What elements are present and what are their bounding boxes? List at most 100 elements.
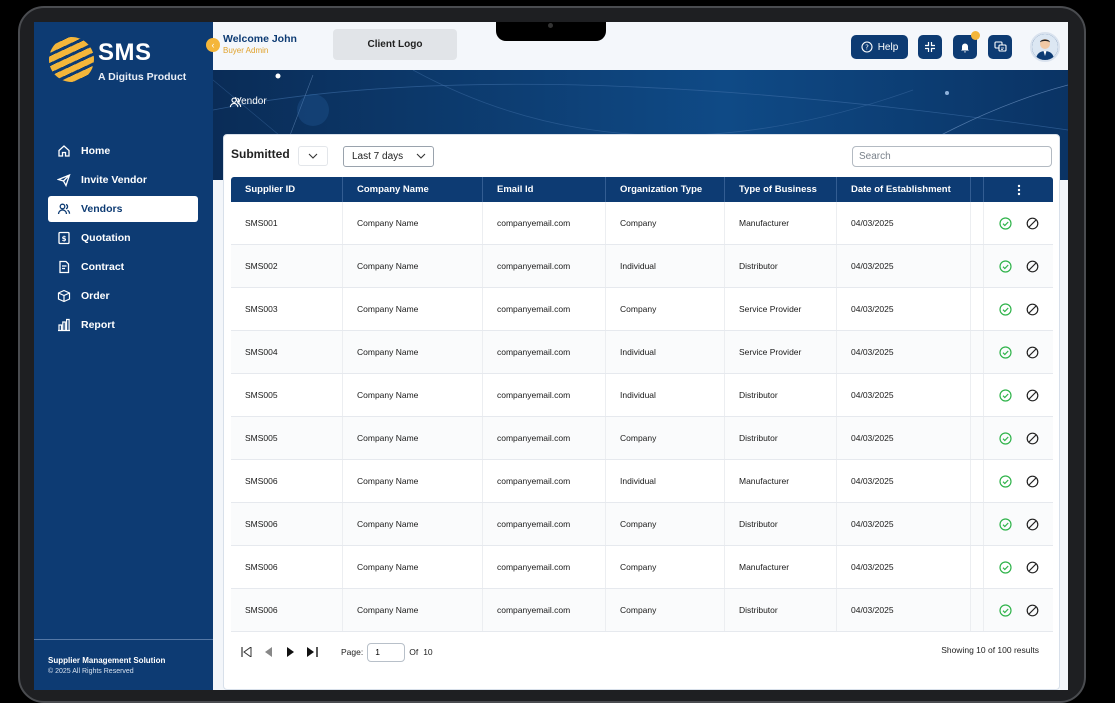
table-cell-spacer <box>971 417 984 459</box>
column-header[interactable]: Organization Type <box>606 177 725 202</box>
table-cell: Company Name <box>343 546 483 588</box>
table-cell: companyemail.com <box>483 288 606 330</box>
status-filter-label: Submitted <box>231 147 290 161</box>
table-cell: 04/03/2025 <box>837 374 971 416</box>
approve-icon[interactable] <box>998 388 1012 402</box>
column-header[interactable]: Supplier ID <box>231 177 343 202</box>
approve-icon[interactable] <box>998 302 1012 316</box>
table-cell: Company <box>606 417 725 459</box>
reject-icon[interactable] <box>1026 260 1039 273</box>
approve-icon[interactable] <box>998 259 1012 273</box>
reject-icon[interactable] <box>1026 303 1039 316</box>
date-range-select[interactable]: Last 7 days <box>343 146 434 167</box>
search-input[interactable] <box>852 146 1052 167</box>
sidebar-item-contract[interactable]: Contract <box>48 254 198 280</box>
table-row[interactable]: SMS001 Company Name companyemail.com Compan… <box>231 202 1053 245</box>
approve-icon[interactable] <box>998 603 1012 617</box>
column-header[interactable]: Type of Business <box>725 177 837 202</box>
row-actions <box>984 460 1053 502</box>
approve-icon[interactable] <box>998 216 1012 230</box>
table-row[interactable]: SMS002 Company Name companyemail.com Indivi… <box>231 245 1053 288</box>
table-cell: SMS002 <box>231 245 343 287</box>
table-row[interactable]: SMS006 Company Name companyemail.com Indivi… <box>231 460 1053 503</box>
chat-button[interactable] <box>988 35 1012 59</box>
collapse-sidebar-button[interactable]: ‹ <box>206 38 220 52</box>
table-cell: Company <box>606 546 725 588</box>
table-cell-spacer <box>971 503 984 545</box>
user-avatar[interactable] <box>1030 32 1060 62</box>
table-row[interactable]: SMS005 Company Name companyemail.com Compan… <box>231 417 1053 460</box>
next-page-button[interactable] <box>283 645 297 659</box>
table-row[interactable]: SMS006 Company Name companyemail.com Compan… <box>231 546 1053 589</box>
table-cell: Distributor <box>725 589 837 631</box>
reject-icon[interactable] <box>1026 604 1039 617</box>
sidebar-item-invite-vendor[interactable]: Invite Vendor <box>48 167 198 193</box>
table-row[interactable]: SMS004 Company Name companyemail.com Indivi… <box>231 331 1053 374</box>
prev-page-button[interactable] <box>261 645 275 659</box>
reject-icon[interactable] <box>1026 346 1039 359</box>
column-options-button[interactable] <box>984 177 1053 202</box>
table-cell: SMS001 <box>231 202 343 244</box>
table-cell: Company <box>606 288 725 330</box>
table-cell-spacer <box>971 546 984 588</box>
page-number-input[interactable] <box>367 642 406 662</box>
notifications-button[interactable] <box>953 31 980 59</box>
table-cell: Manufacturer <box>725 546 837 588</box>
approve-icon[interactable] <box>998 560 1012 574</box>
column-header[interactable]: Email Id <box>483 177 606 202</box>
table-cell: Manufacturer <box>725 460 837 502</box>
sidebar-item-label: Vendors <box>81 203 123 215</box>
table-cell: Individual <box>606 374 725 416</box>
page-label: Page: <box>341 647 364 657</box>
first-page-button[interactable] <box>239 645 253 659</box>
table-cell: 04/03/2025 <box>837 546 971 588</box>
approve-icon[interactable] <box>998 431 1012 445</box>
reject-icon[interactable] <box>1026 389 1039 402</box>
sidebar-item-vendors[interactable]: Vendors <box>48 196 198 222</box>
logo-globe-icon <box>49 37 94 82</box>
reject-icon[interactable] <box>1026 475 1039 488</box>
table-row[interactable]: SMS006 Company Name companyemail.com Compan… <box>231 503 1053 546</box>
approve-icon[interactable] <box>998 474 1012 488</box>
fullscreen-button[interactable] <box>918 35 942 59</box>
column-spacer <box>971 177 984 202</box>
row-actions <box>984 374 1053 416</box>
column-header[interactable]: Date of Establishment <box>837 177 971 202</box>
table-cell-spacer <box>971 331 984 373</box>
sidebar-item-label: Quotation <box>81 232 131 244</box>
table-row[interactable]: SMS003 Company Name companyemail.com Compan… <box>231 288 1053 331</box>
help-label: Help <box>877 41 899 53</box>
table-cell: SMS006 <box>231 503 343 545</box>
status-filter-dropdown[interactable] <box>298 146 328 166</box>
sidebar-item-quotation[interactable]: $ Quotation <box>48 225 198 251</box>
approve-icon[interactable] <box>998 517 1012 531</box>
table-cell: Company Name <box>343 503 483 545</box>
column-header[interactable]: Company Name <box>343 177 483 202</box>
sidebar: SMS A Digitus Product Home Invite Vendor… <box>34 22 213 690</box>
table-cell-spacer <box>971 460 984 502</box>
table-cell: 04/03/2025 <box>837 417 971 459</box>
table-cell: Distributor <box>725 417 837 459</box>
table-cell: companyemail.com <box>483 417 606 459</box>
notification-dot <box>971 31 980 40</box>
table-row[interactable]: SMS006 Company Name companyemail.com Compan… <box>231 589 1053 632</box>
table-cell: 04/03/2025 <box>837 503 971 545</box>
row-actions <box>984 288 1053 330</box>
sidebar-item-report[interactable]: Report <box>48 312 198 338</box>
last-page-button[interactable] <box>305 645 319 659</box>
contract-icon <box>56 259 72 275</box>
reject-icon[interactable] <box>1026 561 1039 574</box>
sidebar-item-home[interactable]: Home <box>48 138 198 164</box>
home-icon <box>56 143 72 159</box>
chevron-down-icon <box>308 153 318 159</box>
brand-name: SMS <box>98 39 152 66</box>
table-cell-spacer <box>971 589 984 631</box>
reject-icon[interactable] <box>1026 217 1039 230</box>
help-button[interactable]: ? Help <box>851 35 908 59</box>
approve-icon[interactable] <box>998 345 1012 359</box>
reject-icon[interactable] <box>1026 432 1039 445</box>
sidebar-item-order[interactable]: Order <box>48 283 198 309</box>
table-row[interactable]: SMS005 Company Name companyemail.com Indivi… <box>231 374 1053 417</box>
table-cell: Company Name <box>343 245 483 287</box>
reject-icon[interactable] <box>1026 518 1039 531</box>
